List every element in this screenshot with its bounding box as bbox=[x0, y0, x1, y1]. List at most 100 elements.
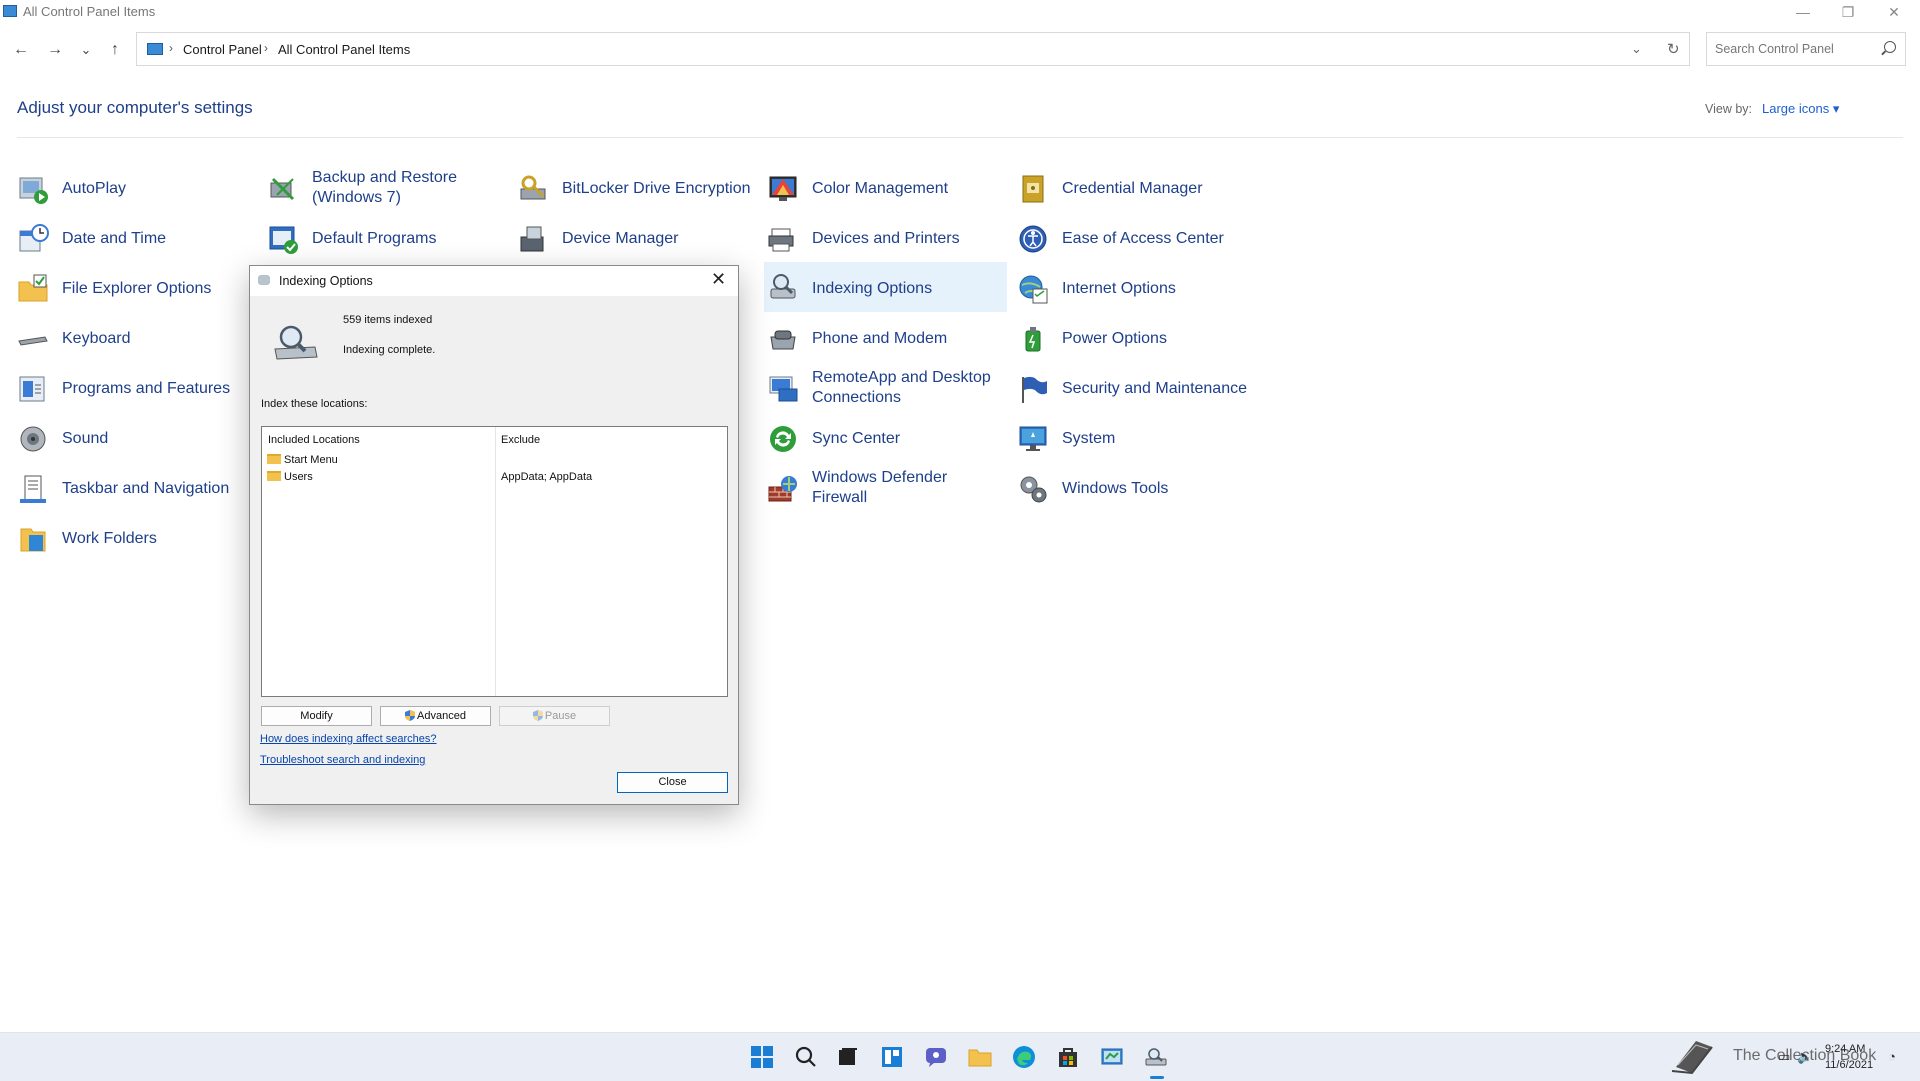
phone-modem-icon bbox=[770, 330, 796, 350]
item-label: AutoPlay bbox=[62, 180, 127, 197]
column-header-exclude[interactable]: Exclude bbox=[501, 434, 540, 446]
item-sync-center[interactable]: Sync Center bbox=[767, 417, 1007, 461]
item-phone-and-modem[interactable]: Phone and Modem bbox=[767, 317, 1007, 361]
widgets-icon[interactable] bbox=[880, 1045, 904, 1069]
notifications-icon[interactable]: ◔ bbox=[1888, 1049, 1896, 1064]
item-work-folders[interactable]: Work Folders bbox=[17, 517, 237, 561]
item-label: Ease of Access Center bbox=[1062, 230, 1224, 247]
item-devices-and-printers[interactable]: Devices and Printers bbox=[767, 217, 1007, 261]
item-indexing-options[interactable]: Indexing Options bbox=[764, 262, 1007, 312]
default-programs-icon bbox=[269, 226, 298, 254]
work-folders-icon bbox=[20, 528, 46, 552]
recent-locations-button[interactable]: ⌄ bbox=[75, 38, 97, 62]
folder-icon bbox=[267, 454, 281, 464]
breadcrumb-all-items[interactable]: All Control Panel Items bbox=[278, 42, 410, 57]
item-taskbar-and-navigation[interactable]: Taskbar and Navigation bbox=[17, 467, 237, 511]
breadcrumb-control-panel[interactable]: Control Panel bbox=[183, 42, 262, 57]
task-view-icon[interactable] bbox=[836, 1045, 860, 1069]
item-label: System bbox=[1062, 430, 1116, 447]
item-autoplay[interactable]: AutoPlay bbox=[17, 167, 237, 211]
store-icon[interactable] bbox=[1056, 1045, 1080, 1069]
item-windows-tools[interactable]: Windows Tools bbox=[1017, 467, 1257, 511]
minimize-button[interactable]: — bbox=[1784, 2, 1822, 22]
backup-restore-icon bbox=[270, 177, 295, 201]
item-label: Security and Maintenance bbox=[1062, 380, 1247, 397]
dialog-close-icon[interactable]: ✕ bbox=[711, 269, 726, 290]
taskbar-navigation-icon bbox=[20, 475, 46, 503]
restore-button[interactable]: ❐ bbox=[1829, 2, 1867, 22]
modify-button[interactable]: Modify bbox=[261, 706, 372, 726]
up-button[interactable]: ↑ bbox=[104, 38, 126, 62]
system-icon bbox=[1019, 426, 1047, 451]
autoplay-icon bbox=[19, 177, 48, 204]
column-header-included[interactable]: Included Locations bbox=[268, 434, 360, 446]
locations-list[interactable]: Included Locations Exclude Start Menu Us… bbox=[261, 426, 728, 697]
item-keyboard[interactable]: Keyboard bbox=[17, 317, 237, 361]
item-label: Indexing Options bbox=[812, 280, 933, 297]
breadcrumb-separator: › bbox=[169, 41, 173, 55]
network-icon[interactable]: ▭ bbox=[1778, 1049, 1790, 1065]
clock-date[interactable]: 11/6/2021 bbox=[1825, 1059, 1873, 1071]
location-exclude: AppData; AppData bbox=[501, 471, 593, 483]
item-label: Color Management bbox=[812, 180, 949, 197]
item-internet-options[interactable]: Internet Options bbox=[1017, 267, 1257, 311]
item-label: Internet Options bbox=[1062, 280, 1176, 297]
volume-icon[interactable]: 🔈 bbox=[1797, 1049, 1813, 1065]
item-windows-defender-firewall[interactable]: Windows Defender Firewall bbox=[767, 467, 1007, 511]
item-programs-and-features[interactable]: Programs and Features bbox=[17, 367, 237, 411]
windows-tools-icon bbox=[1020, 476, 1047, 503]
advanced-button[interactable]: Advanced bbox=[380, 706, 491, 726]
item-system[interactable]: System bbox=[1017, 417, 1257, 461]
item-label: Credential Manager bbox=[1062, 180, 1203, 197]
item-color-management[interactable]: Color Management bbox=[767, 167, 1007, 211]
item-device-manager[interactable]: Device Manager bbox=[517, 217, 757, 261]
edge-icon[interactable] bbox=[1012, 1045, 1036, 1069]
dialog-close-button[interactable]: Close bbox=[617, 772, 728, 793]
programs-features-icon bbox=[19, 376, 45, 402]
search-icon[interactable] bbox=[794, 1045, 818, 1069]
window-title-bar: All Control Panel Items — ❐ ✕ bbox=[0, 0, 1920, 24]
item-label: Device Manager bbox=[562, 230, 679, 247]
search-box[interactable]: Search Control Panel bbox=[1706, 32, 1906, 66]
indexing-options-icon bbox=[770, 274, 796, 299]
item-bitlocker[interactable]: BitLocker Drive Encryption bbox=[517, 167, 757, 211]
item-file-explorer-options[interactable]: File Explorer Options bbox=[17, 267, 237, 311]
view-by-dropdown[interactable]: Large icons ▾ bbox=[1762, 101, 1839, 117]
credential-manager-icon bbox=[1022, 175, 1044, 203]
item-power-options[interactable]: Power Options bbox=[1017, 317, 1257, 361]
item-backup-and-restore[interactable]: Backup and Restore (Windows 7) bbox=[267, 167, 497, 211]
item-default-programs[interactable]: Default Programs bbox=[267, 217, 497, 261]
view-by-label: View by: bbox=[1705, 102, 1753, 116]
color-management-icon bbox=[769, 176, 797, 201]
item-label: Taskbar and Navigation bbox=[62, 480, 230, 497]
item-ease-of-access[interactable]: Ease of Access Center bbox=[1017, 217, 1257, 261]
item-label: Windows Defender bbox=[812, 469, 948, 486]
item-date-and-time[interactable]: Date and Time bbox=[17, 217, 237, 261]
address-dropdown-button[interactable]: ⌄ bbox=[1631, 41, 1642, 57]
control-panel-icon[interactable] bbox=[1100, 1045, 1124, 1069]
address-bar[interactable]: › Control Panel › All Control Panel Item… bbox=[136, 32, 1690, 66]
indexing-options-icon[interactable] bbox=[1144, 1045, 1168, 1069]
chat-icon[interactable] bbox=[924, 1045, 948, 1069]
clock-time[interactable]: 9:24 AM bbox=[1825, 1043, 1865, 1055]
forward-button[interactable]: → bbox=[44, 38, 66, 62]
item-label: File Explorer Options bbox=[62, 280, 212, 297]
item-sound[interactable]: Sound bbox=[17, 417, 237, 461]
close-window-button[interactable]: ✕ bbox=[1875, 2, 1913, 22]
devices-printers-icon bbox=[768, 228, 794, 252]
troubleshoot-link[interactable]: Troubleshoot search and indexing bbox=[260, 754, 425, 766]
item-remoteapp[interactable]: RemoteApp and Desktop Connections bbox=[767, 367, 1007, 411]
file-explorer-icon[interactable] bbox=[968, 1045, 992, 1069]
security-maintenance-icon bbox=[1022, 376, 1047, 403]
breadcrumb-separator: › bbox=[264, 41, 268, 55]
start-icon[interactable] bbox=[750, 1045, 774, 1069]
item-label: Work Folders bbox=[62, 530, 157, 547]
refresh-button[interactable]: ↻ bbox=[1667, 40, 1680, 58]
back-button[interactable]: ← bbox=[10, 38, 32, 62]
sound-icon bbox=[20, 426, 46, 452]
item-security-and-maintenance[interactable]: Security and Maintenance bbox=[1017, 367, 1257, 411]
item-credential-manager[interactable]: Credential Manager bbox=[1017, 167, 1257, 211]
pause-button[interactable]: Pause bbox=[499, 706, 610, 726]
item-label: Sound bbox=[62, 430, 109, 447]
how-indexing-affects-link[interactable]: How does indexing affect searches? bbox=[260, 733, 437, 745]
